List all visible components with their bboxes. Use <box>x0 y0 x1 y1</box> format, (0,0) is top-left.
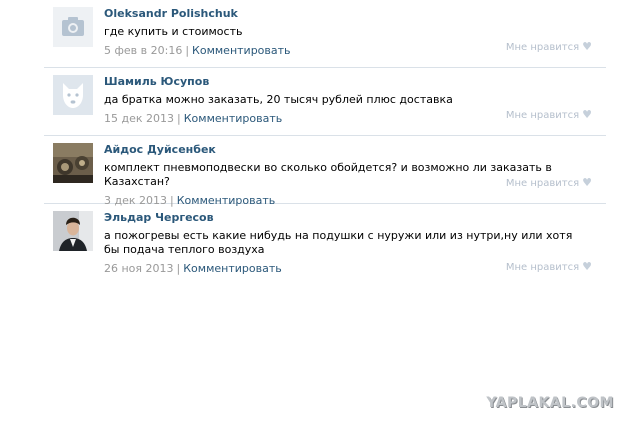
like-label: Мне нравится <box>505 262 580 273</box>
comment-item: Эльдар Чергесов а пожогревы есть какие н… <box>44 204 606 283</box>
comment-author[interactable]: Эльдар Чергесов <box>104 211 606 225</box>
comment-text: да братка можно заказать, 20 тысяч рубле… <box>104 93 453 106</box>
heart-icon: ♥ <box>582 260 592 273</box>
watermark: YAPLAKAL.COM <box>486 395 614 411</box>
camera-placeholder-icon <box>53 7 93 47</box>
reply-link[interactable]: Комментировать <box>184 112 282 125</box>
user-photo <box>53 211 93 251</box>
comment-author[interactable]: Oleksandr Polishchuk <box>104 7 606 21</box>
avatar[interactable] <box>53 211 93 251</box>
heart-icon: ♥ <box>582 108 592 121</box>
like-button[interactable]: Мне нравится ♥ <box>506 176 592 191</box>
comment-item: Шамиль Юсупов да братка можно заказать, … <box>44 68 606 136</box>
reply-link[interactable]: Комментировать <box>183 262 281 275</box>
comments-list: Oleksandr Polishchuk где купить и стоимо… <box>44 0 606 283</box>
comment-author[interactable]: Айдос Дуйсенбек <box>104 143 606 157</box>
like-label: Мне нравится <box>505 178 580 189</box>
like-button[interactable]: Мне нравится ♥ <box>506 40 592 55</box>
avatar[interactable] <box>53 7 93 47</box>
comment-date[interactable]: 15 дек 2013 <box>104 112 174 125</box>
comment-author[interactable]: Шамиль Юсупов <box>104 75 606 89</box>
comment-date[interactable]: 26 ноя 2013 <box>104 262 174 275</box>
separator: | <box>176 262 181 275</box>
like-label: Мне нравится <box>505 110 580 121</box>
comment-text: а пожогревы есть какие нибудь на подушки… <box>104 229 573 256</box>
comment-text: комплект пневмоподвески во сколько обойд… <box>104 161 552 188</box>
comment-date[interactable]: 5 фев в 20:16 <box>104 44 182 57</box>
avatar[interactable] <box>53 75 93 115</box>
like-button[interactable]: Мне нравится ♥ <box>506 108 592 123</box>
heart-icon: ♥ <box>582 40 592 53</box>
reply-link[interactable]: Комментировать <box>192 44 290 57</box>
comment-text: где купить и стоимость <box>104 25 243 38</box>
comment-item: Oleksandr Polishchuk где купить и стоимо… <box>44 0 606 68</box>
like-button[interactable]: Мне нравится ♥ <box>506 260 592 275</box>
user-photo <box>53 143 93 183</box>
like-label: Мне нравится <box>505 42 580 53</box>
vk-dog-icon <box>53 75 93 115</box>
separator: | <box>185 44 190 57</box>
comment-item: Айдос Дуйсенбек комплект пневмоподвески … <box>44 136 606 207</box>
heart-icon: ♥ <box>582 176 592 189</box>
separator: | <box>177 112 181 125</box>
avatar[interactable] <box>53 143 93 183</box>
